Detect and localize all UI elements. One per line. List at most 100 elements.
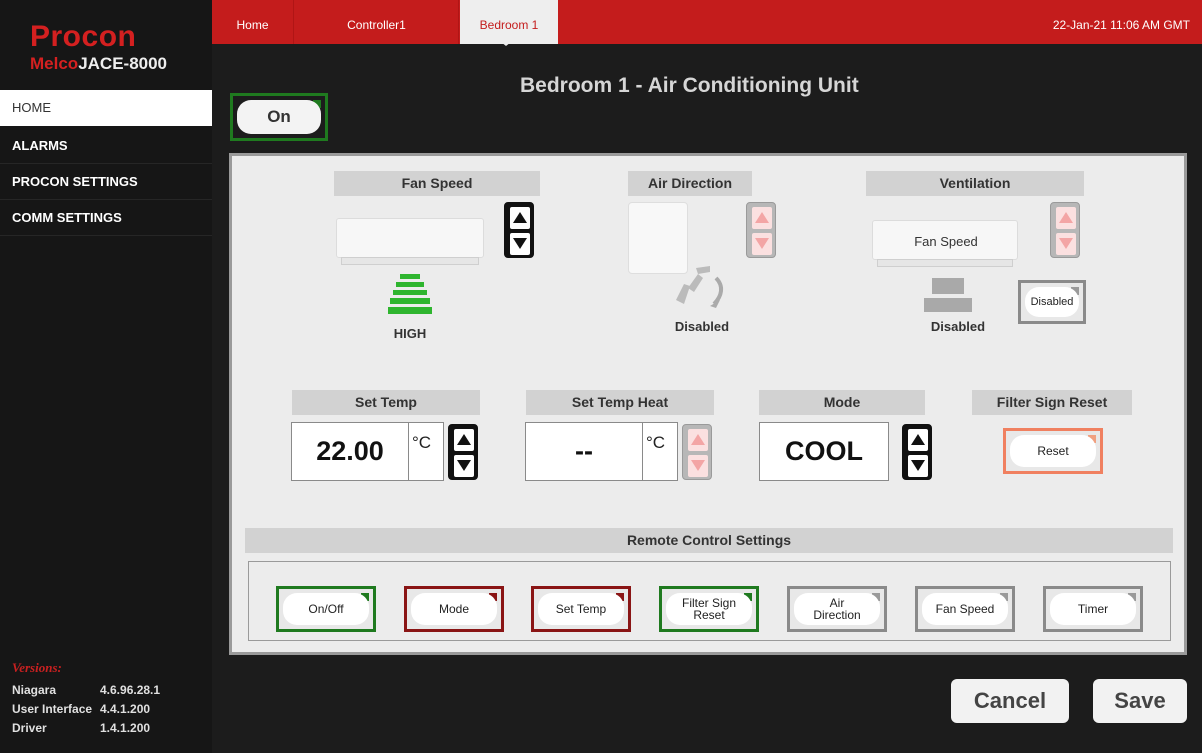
page-title: Bedroom 1 - Air Conditioning Unit xyxy=(520,74,859,97)
tab-home[interactable]: Home xyxy=(212,0,294,44)
reset-button-label: Reset xyxy=(1010,435,1096,467)
selected-indicator xyxy=(198,90,212,126)
arrow-down-icon[interactable] xyxy=(510,233,530,255)
version-name: Driver xyxy=(12,720,47,735)
set-temp-value: 22.00 xyxy=(291,422,409,481)
set-temp-unit: °C xyxy=(408,422,444,481)
versions-title: Versions: xyxy=(12,660,62,675)
product-suffix: JACE-8000 xyxy=(78,54,168,73)
version-row: Niagara 4.6.96.28.1 xyxy=(12,680,160,699)
vent-bar xyxy=(932,278,964,294)
rc-filter-sign-reset-button[interactable]: Filter Sign Reset xyxy=(659,586,759,632)
remote-control-header: Remote Control Settings xyxy=(245,528,1173,553)
vent-bar xyxy=(924,298,972,312)
sidebar-item-label: HOME xyxy=(12,100,51,115)
ventilation-ac-icon: Fan Speed xyxy=(872,220,1018,267)
fan-speed-stepper[interactable] xyxy=(504,202,534,258)
fan-speed-header: Fan Speed xyxy=(334,171,540,196)
product-prefix: Melco xyxy=(30,54,79,73)
control-panel: Fan Speed HIGH Air Direction Disabled Ve… xyxy=(229,153,1187,655)
version-name: User Interface xyxy=(12,701,93,716)
ac-vent xyxy=(341,257,479,265)
set-temp-stepper[interactable] xyxy=(448,424,478,480)
fan-bar xyxy=(400,274,420,279)
rc-onoff-button[interactable]: On/Off xyxy=(276,586,376,632)
sidebar-item-label: COMM SETTINGS xyxy=(12,210,122,225)
airflow-swing-icon xyxy=(672,260,734,308)
remote-control-box: On/Off Mode Set Temp Filter Sign Reset A… xyxy=(248,561,1171,641)
arrow-up-icon[interactable] xyxy=(454,429,474,451)
rc-button-label: Fan Speed xyxy=(922,593,1008,625)
ventilation-value: Disabled xyxy=(930,319,986,334)
set-temp-header: Set Temp xyxy=(292,390,480,415)
active-tab-notch xyxy=(496,38,516,46)
arrow-down-icon[interactable] xyxy=(1056,233,1076,255)
filter-sign-reset-header: Filter Sign Reset xyxy=(972,390,1132,415)
arrow-up-icon[interactable] xyxy=(510,207,530,229)
arrow-down-icon[interactable] xyxy=(454,455,474,477)
tab-controller1[interactable]: Controller1 xyxy=(295,0,459,44)
arrow-up-icon[interactable] xyxy=(752,207,772,229)
fan-bar xyxy=(393,290,427,295)
arrow-up-icon[interactable] xyxy=(1056,207,1076,229)
rc-air-direction-button[interactable]: Air Direction xyxy=(787,586,887,632)
fan-bar xyxy=(388,307,432,314)
reset-button[interactable]: Reset xyxy=(1003,428,1103,474)
set-temp-heat-header: Set Temp Heat xyxy=(526,390,714,415)
rc-button-label: Set Temp xyxy=(538,593,624,625)
air-direction-stepper[interactable] xyxy=(746,202,776,258)
mode-value: COOL xyxy=(759,422,889,481)
cancel-button[interactable]: Cancel xyxy=(951,679,1069,723)
sidebar-item-label: PROCON SETTINGS xyxy=(12,174,138,189)
rc-fan-speed-button[interactable]: Fan Speed xyxy=(915,586,1015,632)
datetime: 22-Jan-21 11:06 AM GMT xyxy=(1052,18,1190,32)
rc-button-label: On/Off xyxy=(283,593,369,625)
arrow-up-icon[interactable] xyxy=(688,429,708,451)
rc-button-label: Filter Sign Reset xyxy=(666,593,752,625)
product-name: MelcoJACE-8000 xyxy=(30,54,167,74)
arrow-up-icon[interactable] xyxy=(908,429,928,451)
sidebar-item-procon-settings[interactable]: PROCON SETTINGS xyxy=(0,164,212,200)
save-button[interactable]: Save xyxy=(1093,679,1187,723)
power-button[interactable]: On xyxy=(230,93,328,141)
power-button-label: On xyxy=(237,100,321,134)
rc-mode-button[interactable]: Mode xyxy=(404,586,504,632)
brand-logo: Procon xyxy=(30,20,137,53)
sidebar-item-home[interactable]: HOME xyxy=(0,90,212,126)
version-value: 4.6.96.28.1 xyxy=(100,682,161,697)
air-direction-header: Air Direction xyxy=(628,171,752,196)
fan-bar xyxy=(396,282,424,287)
set-temp-heat-unit: °C xyxy=(642,422,678,481)
air-direction-value: Disabled xyxy=(674,319,730,334)
version-row: Driver 1.4.1.200 xyxy=(12,718,160,737)
fan-speed-value: HIGH xyxy=(393,326,427,341)
ventilation-stepper[interactable] xyxy=(1050,202,1080,258)
version-value: 4.4.1.200 xyxy=(100,701,151,716)
arrow-down-icon[interactable] xyxy=(752,233,772,255)
ventilation-header: Ventilation xyxy=(866,171,1084,196)
rc-timer-button[interactable]: Timer xyxy=(1043,586,1143,632)
fan-speed-bars-icon xyxy=(388,274,432,316)
rc-button-label: Air Direction xyxy=(794,593,880,625)
fan-bar xyxy=(390,298,430,304)
version-value: 1.4.1.200 xyxy=(100,720,151,735)
versions-panel: Versions: Niagara 4.6.96.28.1 User Interf… xyxy=(12,660,160,737)
arrow-down-icon[interactable] xyxy=(908,455,928,477)
arrow-down-icon[interactable] xyxy=(688,455,708,477)
sidebar-item-alarms[interactable]: ALARMS xyxy=(0,128,212,164)
rc-button-label: Timer xyxy=(1050,593,1136,625)
sidebar-item-comm-settings[interactable]: COMM SETTINGS xyxy=(0,200,212,236)
ac-vent xyxy=(877,259,1013,267)
ventilation-unit-label: Fan Speed xyxy=(914,234,978,249)
fan-speed-ac-icon xyxy=(336,218,484,265)
version-name: Niagara xyxy=(12,682,57,697)
ventilation-disabled-button[interactable]: Disabled xyxy=(1018,280,1086,324)
ventilation-disabled-label: Disabled xyxy=(1025,287,1079,317)
ventilation-bars-icon xyxy=(924,278,972,314)
set-temp-heat-stepper[interactable] xyxy=(682,424,712,480)
mode-stepper[interactable] xyxy=(902,424,932,480)
sidebar-item-label: ALARMS xyxy=(12,138,68,153)
version-row: User Interface 4.4.1.200 xyxy=(12,699,160,718)
rc-button-label: Mode xyxy=(411,593,497,625)
rc-set-temp-button[interactable]: Set Temp xyxy=(531,586,631,632)
